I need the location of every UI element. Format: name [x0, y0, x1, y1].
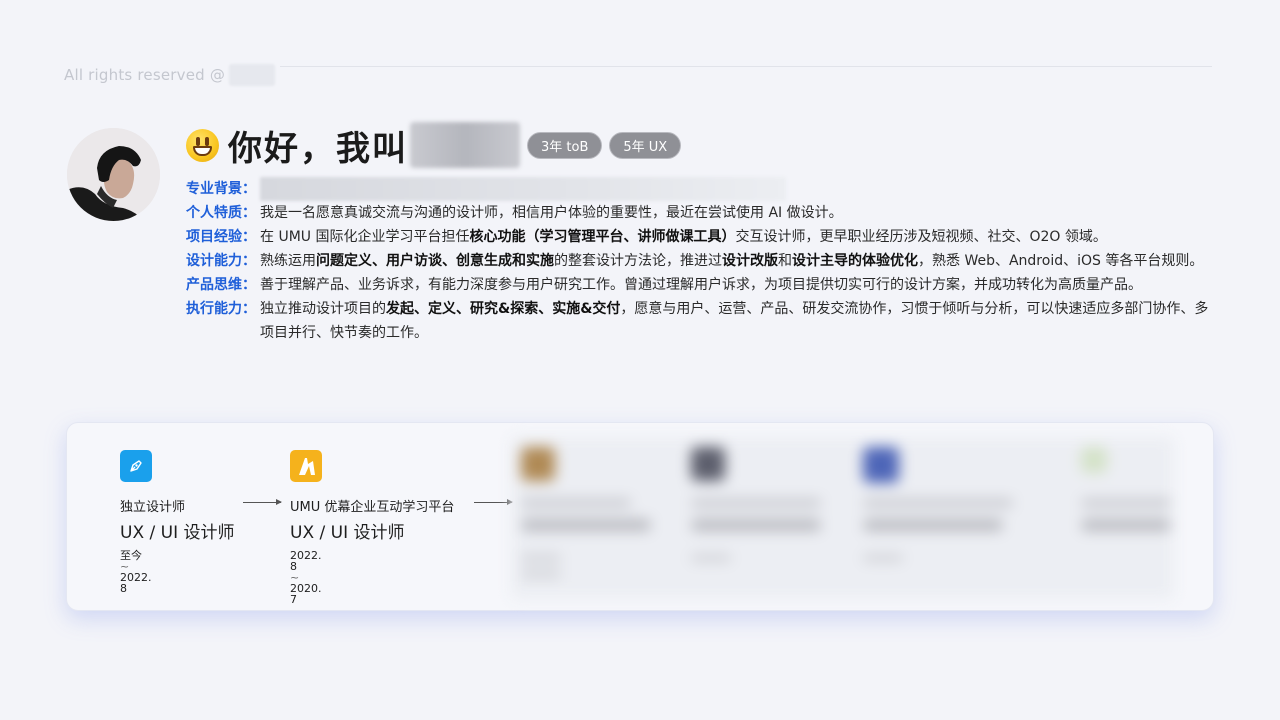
profile-label: 设计能力： — [186, 253, 256, 269]
top-divider — [280, 66, 1212, 67]
profile-row: 个人特质： 我是一名愿意真诚交流与沟通的设计师，相信用户体验的重要性，最近在尝试使… — [186, 201, 1216, 225]
tag-years-ux: 5年 UX — [609, 131, 682, 159]
profile-segment: 交互设计师，更早职业经历涉及短视频、社交、O2O 领域。 — [735, 229, 1107, 245]
profile-label: 产品思维： — [186, 277, 256, 293]
profile-segment: 在 UMU 国际化企业学习平台担任 — [260, 229, 470, 245]
profile-segment: 的整套设计方法论，推进过 — [554, 253, 722, 269]
date-range: 2022. 8 ~ 2020. 7 — [290, 549, 322, 606]
copyright-text: All rights reserved @ — [64, 64, 276, 86]
profile-row: 项目经验：在 UMU 国际化企业学习平台担任核心功能（学习管理平台、讲师做课工具… — [186, 225, 1216, 249]
date-range: 至今 ~ 2022. 8 — [120, 549, 152, 595]
profile-row: 设计能力： 熟练运用问题定义、用户访谈、创意生成和实施的整套设计方法论，推进过设计… — [186, 249, 1216, 273]
profile-label: 项目经验： — [186, 229, 256, 245]
profile-text — [260, 177, 1216, 201]
copyright-label: All rights reserved @ — [64, 66, 226, 84]
profile-label: 执行能力： — [186, 301, 256, 317]
profile-summary: 专业背景： 个人特质： 我是一名愿意真诚交流与沟通的设计师，相信用户体验的重要性，最… — [186, 177, 1216, 345]
date-start: 2022. 8 — [290, 549, 322, 573]
experience-card: 独立设计师 UX / UI 设计师 至今 ~ 2022. 8 UMU 优幕企业互… — [66, 422, 1214, 611]
job-title: UX / UI 设计师 — [120, 523, 235, 543]
profile-segment: 熟练运用 — [260, 253, 316, 269]
timeline-arrow — [243, 499, 282, 505]
pen-nib-icon — [120, 450, 152, 482]
profile-segment: 和 — [778, 253, 792, 269]
greeting-title: 你好，我叫 — [228, 128, 408, 169]
redacted-name — [410, 122, 520, 168]
redacted-owner — [229, 64, 276, 86]
profile-segment: ，熟悉 Web、Android、iOS 等各平台规则。 — [918, 253, 1204, 269]
greeting-header: 你好，我叫 3年 toB 5年 UX — [186, 122, 682, 169]
umu-logo-icon — [290, 450, 322, 482]
avatar — [67, 128, 160, 221]
redacted-background — [260, 177, 786, 201]
profile-row: 产品思维： 善于理解产品、业务诉求，有能力深度参与用户研究工作。曾通过理解用户诉求… — [186, 273, 1216, 297]
profile-highlight: 设计主导的体验优化 — [792, 253, 918, 269]
profile-segment: 我是一名愿意真诚交流与沟通的设计师，相信用户体验的重要性，最近在尝试使用 AI … — [260, 205, 843, 221]
profile-text: 熟练运用问题定义、用户访谈、创意生成和实施的整套设计方法论，推进过设计改版和设计… — [260, 249, 1216, 273]
job-title: UX / UI 设计师 — [290, 523, 405, 543]
grinning-face-icon — [186, 128, 219, 162]
profile-highlight: 发起、定义、研究&探索、实施&交付 — [386, 301, 621, 317]
profile-highlight: 核心功能（学习管理平台、讲师做课工具） — [469, 229, 736, 245]
company-name: UMU 优幕企业互动学习平台 — [290, 500, 455, 515]
profile-text: 独立推动设计项目的发起、定义、研究&探索、实施&交付，愿意与用户、运营、产品、研… — [260, 297, 1216, 345]
profile-highlight: 设计改版 — [722, 253, 778, 269]
profile-row: 专业背景： — [186, 177, 1216, 201]
profile-segment: 善于理解产品、业务诉求，有能力深度参与用户研究工作。曾通过理解用户诉求，为项目提… — [260, 277, 1142, 293]
redacted-experience — [511, 437, 1174, 599]
profile-label: 专业背景： — [186, 181, 256, 197]
profile-label: 个人特质： — [186, 205, 256, 221]
profile-segment: 独立推动设计项目的 — [260, 301, 386, 317]
date-end: 2020. 7 — [290, 582, 322, 606]
profile-highlight: 问题定义、用户访谈、创意生成和实施 — [316, 253, 554, 269]
profile-text: 我是一名愿意真诚交流与沟通的设计师，相信用户体验的重要性，最近在尝试使用 AI … — [260, 201, 1216, 225]
timeline-arrow — [474, 499, 513, 505]
profile-row: 执行能力： 独立推动设计项目的发起、定义、研究&探索、实施&交付，愿意与用户、运营… — [186, 297, 1216, 345]
date-end: 2022. 8 — [120, 571, 152, 595]
profile-text: 在 UMU 国际化企业学习平台担任核心功能（学习管理平台、讲师做课工具）交互设计… — [260, 225, 1216, 249]
company-name: 独立设计师 — [120, 500, 186, 515]
tag-years-tob: 3年 toB — [527, 131, 603, 159]
profile-text: 善于理解产品、业务诉求，有能力深度参与用户研究工作。曾通过理解用户诉求，为项目提… — [260, 273, 1216, 297]
